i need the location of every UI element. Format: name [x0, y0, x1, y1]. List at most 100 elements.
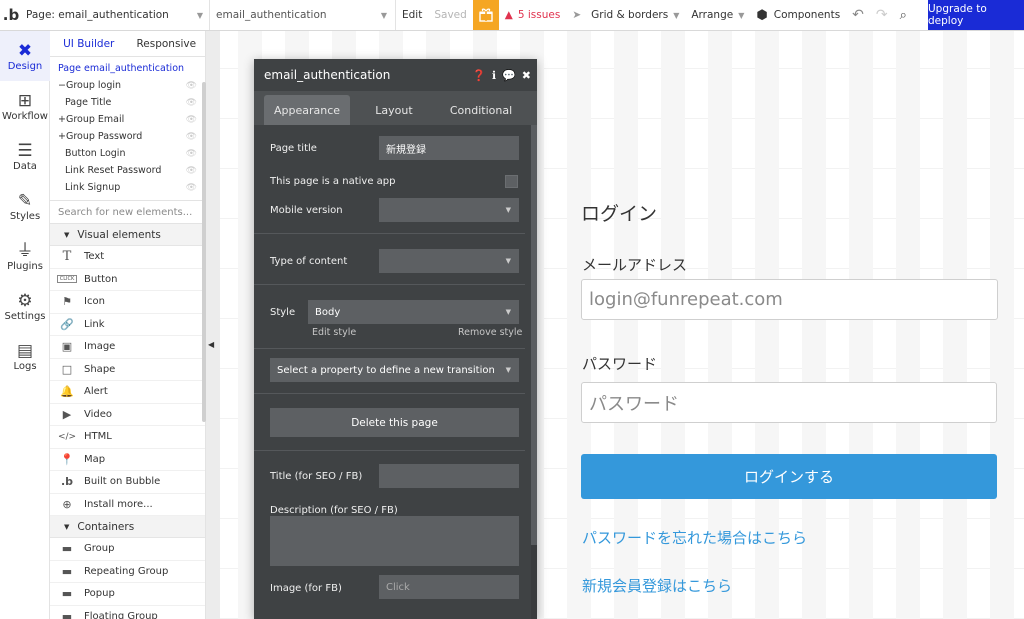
element-floating-group[interactable]: ▬ Floating Group	[50, 606, 205, 619]
password-label[interactable]: パスワード	[582, 353, 657, 374]
editor-header[interactable]: email_authentication ❓ ℹ 💬 ✖	[254, 59, 537, 91]
tab-layout[interactable]: Layout	[350, 95, 438, 125]
section-visual-elements[interactable]: ▼ Visual elements	[50, 224, 205, 246]
redo-icon[interactable]: ↷	[870, 0, 894, 30]
arrange-menu[interactable]: Arrange ▼	[685, 0, 750, 30]
tab-responsive[interactable]: Responsive	[128, 31, 206, 56]
password-field[interactable]: パスワード	[581, 382, 997, 423]
image-fb-input[interactable]: Click	[379, 575, 519, 599]
tree-item[interactable]: Page Title 👁	[58, 94, 205, 111]
components-button[interactable]: ⬢ Components	[750, 0, 846, 30]
email-field[interactable]: login@funrepeat.com	[581, 279, 998, 320]
element-text[interactable]: T Text	[50, 246, 205, 269]
eye-icon[interactable]: 👁	[186, 81, 197, 91]
signup-link[interactable]: 新規会員登録はこちら	[582, 575, 732, 596]
element-map[interactable]: 📍 Map	[50, 449, 205, 471]
expand-icon[interactable]: +	[58, 114, 66, 125]
login-button[interactable]: ログインする	[581, 454, 997, 499]
edit-style-link[interactable]: Edit style	[312, 327, 356, 338]
element-video[interactable]: ▶ Video	[50, 404, 205, 426]
collapse-icon[interactable]: −	[58, 80, 66, 91]
tree-item-label: +Group Email	[58, 114, 125, 125]
section-containers[interactable]: ▼ Containers	[50, 516, 205, 538]
reset-password-link[interactable]: パスワードを忘れた場合はこちら	[582, 527, 807, 548]
page-title-input[interactable]: 新規登録	[379, 136, 519, 160]
element-icon[interactable]: ⚑ Icon	[50, 291, 205, 314]
grid-borders-menu[interactable]: ➤ Grid & borders ▼	[566, 0, 685, 30]
info-icon[interactable]: ℹ	[492, 69, 496, 82]
elements-panel: UI Builder Responsive Page email_authent…	[50, 31, 206, 619]
element-group[interactable]: ▬ Group	[50, 538, 205, 561]
element-shape[interactable]: □ Shape	[50, 359, 205, 381]
expand-icon[interactable]: +	[58, 131, 66, 142]
element-repeating-group[interactable]: ▬ Repeating Group	[50, 561, 205, 583]
tab-conditional[interactable]: Conditional	[438, 95, 524, 125]
eye-icon[interactable]: 👁	[186, 115, 197, 125]
element-built-on-bubble[interactable]: .b Built on Bubble	[50, 471, 205, 494]
tree-item[interactable]: −Group login 👁	[58, 77, 205, 94]
element-image[interactable]: ▣ Image	[50, 336, 205, 359]
eye-icon[interactable]: 👁	[186, 98, 197, 108]
nav-styles[interactable]: ✎ Styles	[0, 181, 50, 231]
page-title[interactable]: ログイン	[581, 199, 657, 226]
editor-scrollbar[interactable]	[531, 125, 537, 619]
tree-item[interactable]: Page email_authentication	[58, 60, 205, 77]
map-pin-icon: 📍	[60, 452, 74, 466]
native-app-checkbox[interactable]	[505, 175, 518, 188]
edit-button[interactable]: Edit	[396, 0, 428, 30]
type-of-content-select[interactable]: ▼	[379, 249, 519, 273]
upgrade-button[interactable]: Upgrade to deploy	[928, 0, 1024, 30]
tree-item[interactable]: Button Login 👁	[58, 145, 205, 162]
element-label: Group	[84, 543, 115, 555]
email-label[interactable]: メールアドレス	[582, 254, 687, 275]
seo-description-input[interactable]	[270, 516, 519, 566]
comment-icon[interactable]: 💬	[502, 69, 516, 82]
element-popup[interactable]: ▬ Popup	[50, 583, 205, 606]
undo-icon[interactable]: ↶	[846, 0, 870, 30]
element-install-more[interactable]: ⊕ Install more...	[50, 494, 205, 516]
transition-select[interactable]: Select a property to define a new transi…	[270, 358, 519, 382]
tree-item[interactable]: +Group Password 👁	[58, 128, 205, 145]
issues-indicator[interactable]: ▲ 5 issues	[499, 0, 567, 30]
element-label: Install more...	[84, 498, 153, 510]
workflow-icon: ⊞	[17, 90, 33, 111]
grid-borders-label: Grid & borders	[591, 9, 669, 21]
element-label: Image	[84, 341, 116, 353]
help-icon[interactable]: ❓	[472, 69, 486, 82]
tree-item[interactable]: +Group Email 👁	[58, 111, 205, 128]
nav-design[interactable]: ✖ Design	[0, 31, 50, 81]
eye-icon[interactable]: 👁	[186, 166, 197, 176]
page-selector[interactable]: Page: email_authentication ▼	[22, 0, 210, 30]
remove-style-link[interactable]: Remove style	[458, 327, 522, 338]
tab-ui-builder[interactable]: UI Builder	[50, 31, 128, 56]
element-dropdown[interactable]: email_authentication ▼	[210, 0, 396, 30]
nav-plugins[interactable]: ⏚ Plugins	[0, 231, 50, 281]
tree-item[interactable]: Link Reset Password 👁	[58, 162, 205, 179]
element-search-input[interactable]: Search for new elements...	[50, 200, 205, 224]
seo-title-input[interactable]	[379, 464, 519, 488]
mobile-version-select[interactable]: ▼	[379, 198, 519, 222]
gift-icon[interactable]	[472, 0, 499, 30]
nav-logs[interactable]: ▤ Logs	[0, 331, 50, 381]
eye-icon[interactable]: 👁	[186, 132, 197, 142]
element-button[interactable]: CLICK Button	[50, 269, 205, 291]
search-icon[interactable]: ⌕	[894, 0, 913, 30]
editor-scrollbar-thumb[interactable]	[531, 125, 537, 545]
nav-workflow[interactable]: ⊞ Workflow	[0, 81, 50, 131]
eye-icon[interactable]: 👁	[186, 149, 197, 159]
element-link[interactable]: 🔗 Link	[50, 314, 205, 336]
type-of-content-label: Type of content	[270, 256, 348, 267]
nav-settings[interactable]: ⚙ Settings	[0, 281, 50, 331]
collapse-panel-icon[interactable]: ◀	[208, 340, 214, 349]
eye-icon[interactable]: 👁	[186, 183, 197, 193]
panel-tabs: UI Builder Responsive	[50, 31, 205, 57]
element-alert[interactable]: 🔔 Alert	[50, 381, 205, 404]
tree-item[interactable]: Link Signup 👁	[58, 179, 205, 196]
close-icon[interactable]: ✖	[522, 69, 531, 82]
element-html[interactable]: </> HTML	[50, 426, 205, 449]
bubble-logo[interactable]: .b	[0, 0, 22, 30]
nav-data[interactable]: ☰ Data	[0, 131, 50, 181]
style-select[interactable]: Body ▼	[308, 300, 519, 324]
delete-page-button[interactable]: Delete this page	[270, 408, 519, 437]
tab-appearance[interactable]: Appearance	[264, 95, 350, 125]
